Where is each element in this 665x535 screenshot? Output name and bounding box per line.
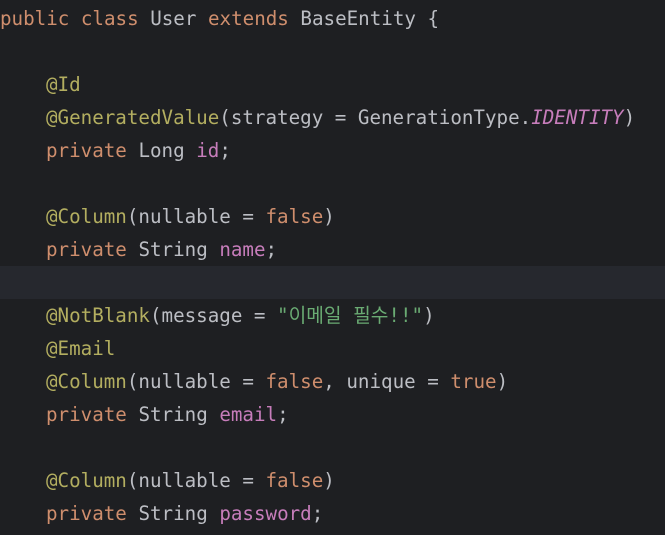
- class-name: User: [150, 7, 197, 30]
- code-line-id-field[interactable]: private Long id;: [0, 134, 665, 167]
- generated-value-args-close: ): [623, 106, 636, 129]
- field-email: email: [219, 403, 278, 426]
- code-line-annotation-column-name[interactable]: @Column(nullable = false): [0, 200, 665, 233]
- type-string: String: [138, 238, 208, 261]
- annotation-generated-value: @GeneratedValue: [46, 106, 220, 129]
- keyword-private: private: [46, 238, 127, 261]
- annotation-id: @Id: [46, 73, 81, 96]
- column-args-close: ): [496, 370, 509, 393]
- semicolon: ;: [311, 502, 324, 525]
- constant-identity: IDENTITY: [531, 106, 624, 129]
- code-line-password-field[interactable]: private String password;: [0, 497, 665, 530]
- type-long: Long: [138, 139, 185, 162]
- semicolon: ;: [219, 139, 231, 162]
- annotation-email: @Email: [46, 337, 116, 360]
- semicolon: ;: [265, 238, 278, 261]
- type-string: String: [138, 403, 208, 426]
- code-line-annotation-column-email[interactable]: @Column(nullable = false, unique = true): [0, 365, 665, 398]
- column-args-close: ): [323, 469, 335, 492]
- keyword-private: private: [46, 403, 127, 426]
- code-line-current-empty[interactable]: [0, 266, 665, 299]
- semicolon: ;: [277, 403, 289, 426]
- field-name: name: [219, 238, 266, 261]
- keyword-class: class: [80, 7, 139, 30]
- code-line-name-field[interactable]: private String name;: [0, 233, 665, 266]
- open-brace: {: [427, 7, 440, 30]
- notblank-args-close: ): [423, 304, 435, 327]
- code-editor[interactable]: public class User extends BaseEntity { @…: [0, 0, 665, 535]
- code-line-class-declaration[interactable]: public class User extends BaseEntity {: [0, 2, 665, 35]
- annotation-column: @Column: [46, 469, 127, 492]
- type-string: String: [138, 502, 208, 525]
- code-line-annotation-notblank[interactable]: @NotBlank(message = "이메일 필수!!"): [0, 299, 665, 332]
- keyword-public: public: [0, 7, 70, 30]
- field-password: password: [219, 502, 312, 525]
- value-false: false: [265, 205, 324, 228]
- string-message: "이메일 필수!!": [277, 304, 424, 327]
- value-false: false: [265, 370, 324, 393]
- code-line-annotation-id[interactable]: @Id: [0, 68, 665, 101]
- generated-value-args-open: (strategy = GenerationType.: [219, 106, 532, 129]
- keyword-extends: extends: [207, 7, 289, 30]
- annotation-column: @Column: [46, 370, 127, 393]
- notblank-args-open: (message =: [149, 304, 278, 327]
- code-line-email-field[interactable]: private String email;: [0, 398, 665, 431]
- code-line-annotation-generated-value[interactable]: @GeneratedValue(strategy = GenerationTyp…: [0, 101, 665, 134]
- value-false: false: [265, 469, 324, 492]
- parent-class-name: BaseEntity: [300, 7, 416, 30]
- annotation-column: @Column: [46, 205, 127, 228]
- field-id: id: [196, 139, 220, 162]
- annotation-notblank: @NotBlank: [46, 304, 150, 327]
- keyword-private: private: [46, 502, 127, 525]
- column-args-close: ): [323, 205, 335, 228]
- column-args-open: (nullable =: [126, 370, 266, 393]
- keyword-private: private: [46, 139, 127, 162]
- column-args-open: (nullable =: [126, 205, 266, 228]
- column-args-mid: , unique =: [323, 370, 451, 393]
- code-line-annotation-email[interactable]: @Email: [0, 332, 665, 365]
- value-true: true: [450, 370, 497, 393]
- code-line-annotation-column-password[interactable]: @Column(nullable = false): [0, 464, 665, 497]
- column-args-open: (nullable =: [126, 469, 266, 492]
